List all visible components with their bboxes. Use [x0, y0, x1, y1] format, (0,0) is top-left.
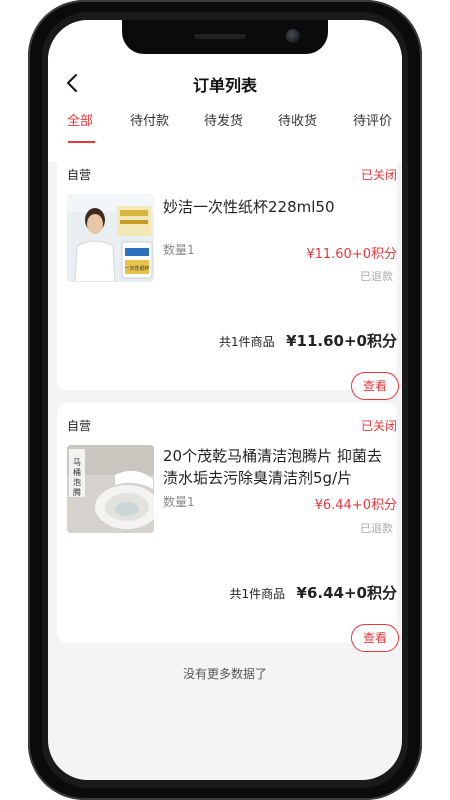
order-status: 已关闭 — [360, 168, 397, 182]
view-order-button[interactable]: 查看 — [351, 372, 399, 400]
summary-total: ¥6.44+0积分 — [296, 584, 397, 602]
product-quantity: 数量1 — [163, 495, 195, 509]
tab-pending-review[interactable]: 待评价 — [353, 110, 392, 129]
product-quantity: 数量1 — [163, 243, 195, 257]
refund-status: 已退款 — [360, 270, 393, 283]
paper-cup-product-image: 一次性纸杯 — [67, 194, 154, 282]
summary-label: 共1件商品 — [229, 587, 286, 601]
tab-pending-receipt[interactable]: 待收货 — [278, 110, 317, 129]
svg-text:马: 马 — [73, 458, 81, 467]
no-more-data-text: 没有更多数据了 — [182, 667, 267, 681]
order-tabs: 全部 待付款 待发货 待收货 待评价 — [48, 110, 402, 150]
phone-notch — [122, 20, 328, 54]
product-thumbnail[interactable]: 马 桶 泡 腾 — [67, 445, 154, 533]
speaker-grille — [194, 34, 246, 39]
product-thumbnail[interactable]: 一次性纸杯 — [67, 194, 154, 282]
product-price: ¥6.44+0积分 — [314, 498, 397, 513]
order-card: 自营 已关闭 马 桶 泡 腾 20个茂乾马桶清洁泡腾片 抑菌去渍水垢去污除臭清洁… — [57, 403, 399, 652]
tab-pending-payment[interactable]: 待付款 — [130, 110, 169, 129]
shop-label: 自营 — [67, 168, 92, 182]
svg-text:腾: 腾 — [73, 487, 81, 497]
front-camera-icon — [286, 29, 300, 43]
product-price: ¥11.60+0积分 — [306, 247, 397, 262]
svg-text:泡: 泡 — [73, 477, 81, 487]
toilet-tablet-product-image: 马 桶 泡 腾 — [67, 445, 154, 533]
order-summary: 共1件商品 ¥6.44+0积分 — [229, 582, 397, 603]
order-summary: 共1件商品 ¥11.60+0积分 — [219, 330, 397, 351]
refund-status: 已退款 — [360, 522, 393, 535]
order-card: 自营 已关闭 一次性纸杯 妙洁一次性纸杯228ml50 数量1 ¥11.60+0… — [57, 152, 399, 400]
page-title: 订单列表 — [192, 76, 257, 95]
summary-label: 共1件商品 — [219, 335, 275, 349]
product-name[interactable]: 20个茂乾马桶清洁泡腾片 抑菌去渍水垢去污除臭清洁剂5g/片 — [163, 445, 393, 489]
svg-text:桶: 桶 — [73, 467, 81, 477]
view-order-button[interactable]: 查看 — [351, 624, 399, 652]
thumbnail-text: 一次性纸杯 — [124, 265, 149, 272]
shop-label: 自营 — [67, 419, 92, 433]
app-screen: 订单列表 全部 待付款 待发货 待收货 待评价 自营 已关闭 一次性纸杯 妙洁一… — [48, 20, 402, 780]
tab-pending-shipment[interactable]: 待发货 — [204, 110, 243, 129]
product-name[interactable]: 妙洁一次性纸杯228ml50 — [163, 196, 393, 218]
active-tab-indicator — [68, 141, 95, 143]
order-status: 已关闭 — [360, 419, 397, 433]
summary-total: ¥11.60+0积分 — [286, 332, 397, 350]
tab-all[interactable]: 全部 — [67, 110, 93, 129]
